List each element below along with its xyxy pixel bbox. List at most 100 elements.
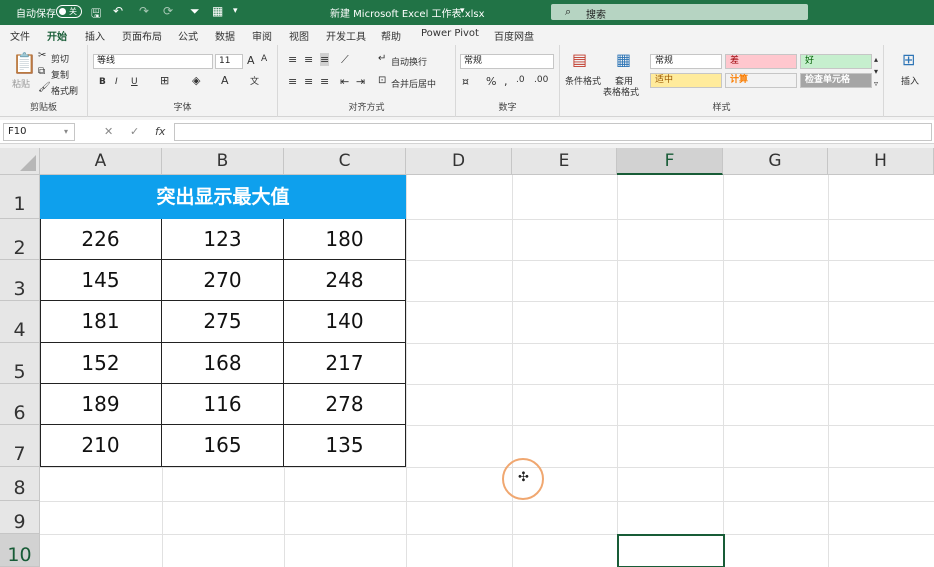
- save-icon[interactable]: 🖫: [91, 4, 101, 25]
- filter-icon[interactable]: ⏷: [190, 4, 200, 19]
- style-normal[interactable]: 常规: [650, 54, 722, 69]
- column-header-h[interactable]: H: [828, 148, 934, 175]
- table-icon[interactable]: ▦: [212, 4, 223, 18]
- increase-indent-icon[interactable]: ⇥: [356, 75, 365, 88]
- copy-button[interactable]: 复制: [51, 68, 69, 81]
- font-size-select[interactable]: 11: [215, 54, 243, 69]
- tab-view[interactable]: 视图: [289, 28, 309, 43]
- column-header-f[interactable]: F: [617, 148, 723, 175]
- spreadsheet-grid[interactable]: A B C D E F G H 1 2 3 4 5 6 7 8 9 10 突出显…: [0, 148, 934, 567]
- cell-c5[interactable]: 217: [284, 343, 406, 384]
- format-painter-button[interactable]: 格式刷: [51, 84, 78, 97]
- style-good[interactable]: 好: [800, 54, 872, 69]
- cell-b7[interactable]: 165: [162, 425, 284, 467]
- insert-function-icon[interactable]: fx: [155, 125, 165, 138]
- align-center-icon[interactable]: ≡: [304, 75, 313, 88]
- cell-a5[interactable]: 152: [40, 343, 162, 384]
- cell-a4[interactable]: 181: [40, 301, 162, 343]
- tab-file[interactable]: 文件: [10, 28, 30, 43]
- undo-icon[interactable]: ↶: [113, 4, 123, 18]
- borders-icon[interactable]: ⊞: [160, 74, 169, 87]
- tab-insert[interactable]: 插入: [85, 28, 105, 43]
- cell-c7[interactable]: 135: [284, 425, 406, 467]
- confirm-icon[interactable]: ✓: [130, 125, 139, 138]
- font-color-icon[interactable]: A: [221, 74, 229, 87]
- cell-b6[interactable]: 116: [162, 384, 284, 425]
- column-header-b[interactable]: B: [162, 148, 284, 175]
- column-header-a[interactable]: A: [40, 148, 162, 175]
- redo-icon[interactable]: ↷: [139, 4, 149, 18]
- increase-decimal-icon[interactable]: .0: [516, 75, 525, 85]
- cell-c4[interactable]: 140: [284, 301, 406, 343]
- tab-home[interactable]: 开始: [47, 28, 67, 47]
- column-header-e[interactable]: E: [512, 148, 617, 175]
- cut-button[interactable]: 剪切: [51, 52, 69, 65]
- column-header-g[interactable]: G: [723, 148, 828, 175]
- cut-icon[interactable]: ✂: [38, 50, 46, 61]
- cancel-icon[interactable]: ✕: [104, 125, 113, 138]
- cell-a6[interactable]: 189: [40, 384, 162, 425]
- tab-page-layout[interactable]: 页面布局: [122, 28, 162, 43]
- cell-c2[interactable]: 180: [284, 219, 406, 260]
- tab-formulas[interactable]: 公式: [178, 28, 198, 43]
- cell-a3[interactable]: 145: [40, 260, 162, 301]
- autosave-toggle[interactable]: 关: [56, 5, 82, 18]
- tab-power-pivot[interactable]: Power Pivot: [421, 28, 479, 39]
- row-header-2[interactable]: 2: [0, 219, 40, 260]
- column-header-d[interactable]: D: [406, 148, 512, 175]
- tab-developer[interactable]: 开发工具: [326, 28, 366, 43]
- format-as-table-label-2[interactable]: 表格格式: [603, 85, 639, 98]
- column-header-c[interactable]: C: [284, 148, 406, 175]
- tab-help[interactable]: 帮助: [381, 28, 401, 43]
- search-box[interactable]: ⌕ 搜索: [551, 4, 808, 21]
- tab-review[interactable]: 审阅: [252, 28, 272, 43]
- font-name-select[interactable]: 等线: [93, 54, 213, 69]
- merge-center-button[interactable]: 合并后居中: [391, 77, 436, 90]
- cell-a2[interactable]: 226: [40, 219, 162, 260]
- align-right-icon[interactable]: ≡: [320, 75, 329, 88]
- fill-color-icon[interactable]: ◈: [192, 74, 200, 87]
- styles-scroll-up-icon[interactable]: ▴: [874, 55, 878, 64]
- row-header-4[interactable]: 4: [0, 301, 40, 343]
- style-neutral[interactable]: 适中: [650, 73, 722, 88]
- row-header-3[interactable]: 3: [0, 260, 40, 301]
- customize-toolbar-icon[interactable]: ▾: [233, 6, 238, 16]
- formula-input[interactable]: [174, 123, 932, 141]
- active-cell-f10[interactable]: [617, 534, 725, 567]
- format-as-table-icon[interactable]: ▦: [616, 50, 631, 69]
- bold-button[interactable]: B: [99, 77, 106, 87]
- repeat-icon[interactable]: ⟳: [163, 4, 173, 18]
- decrease-font-icon[interactable]: A: [261, 54, 267, 64]
- select-all-button[interactable]: [0, 148, 40, 175]
- name-box-dropdown-icon[interactable]: ▾: [64, 127, 68, 136]
- insert-cells-icon[interactable]: ⊞: [902, 50, 915, 69]
- style-calculation[interactable]: 计算: [725, 73, 797, 88]
- currency-icon[interactable]: ¤: [462, 75, 469, 88]
- phonetic-icon[interactable]: 文: [250, 74, 259, 87]
- style-check-cell[interactable]: 检查单元格: [800, 73, 872, 88]
- align-left-icon[interactable]: ≡: [288, 75, 297, 88]
- tab-baidu-netdisk[interactable]: 百度网盘: [494, 28, 534, 43]
- cell-c3[interactable]: 248: [284, 260, 406, 301]
- row-header-1[interactable]: 1: [0, 175, 40, 219]
- italic-button[interactable]: I: [115, 77, 118, 87]
- styles-more-icon[interactable]: ▿: [874, 79, 878, 88]
- number-format-select[interactable]: 常规: [460, 54, 554, 69]
- merge-center-icon[interactable]: ⊡: [378, 75, 386, 86]
- cell-b4[interactable]: 275: [162, 301, 284, 343]
- wrap-text-button[interactable]: 自动换行: [391, 55, 427, 68]
- conditional-format-icon[interactable]: ▤: [572, 50, 587, 69]
- paste-button[interactable]: 粘贴: [12, 77, 30, 90]
- row-header-8[interactable]: 8: [0, 467, 40, 501]
- comma-icon[interactable]: ,: [504, 75, 508, 88]
- table-title-cell[interactable]: 突出显示最大值: [40, 175, 406, 219]
- styles-scroll-down-icon[interactable]: ▾: [874, 67, 878, 76]
- row-header-6[interactable]: 6: [0, 384, 40, 425]
- decrease-indent-icon[interactable]: ⇤: [340, 75, 349, 88]
- cell-b3[interactable]: 270: [162, 260, 284, 301]
- decrease-decimal-icon[interactable]: .00: [534, 75, 548, 85]
- cell-a7[interactable]: 210: [40, 425, 162, 467]
- orientation-icon[interactable]: ⟋: [341, 53, 349, 67]
- cell-b5[interactable]: 168: [162, 343, 284, 384]
- format-painter-icon[interactable]: 🖌: [38, 82, 51, 93]
